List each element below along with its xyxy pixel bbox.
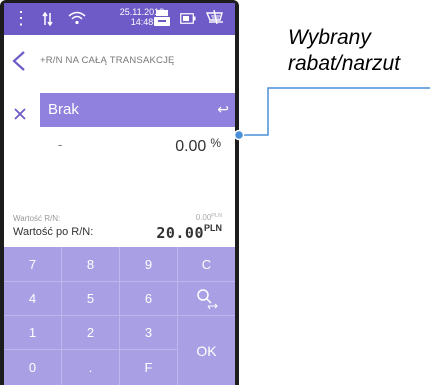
callout-line-1: Wybrany	[288, 26, 371, 49]
callout-line-2: rabat/narzut	[288, 52, 401, 75]
callout-label: Wybrany rabat/narzut	[288, 25, 400, 77]
